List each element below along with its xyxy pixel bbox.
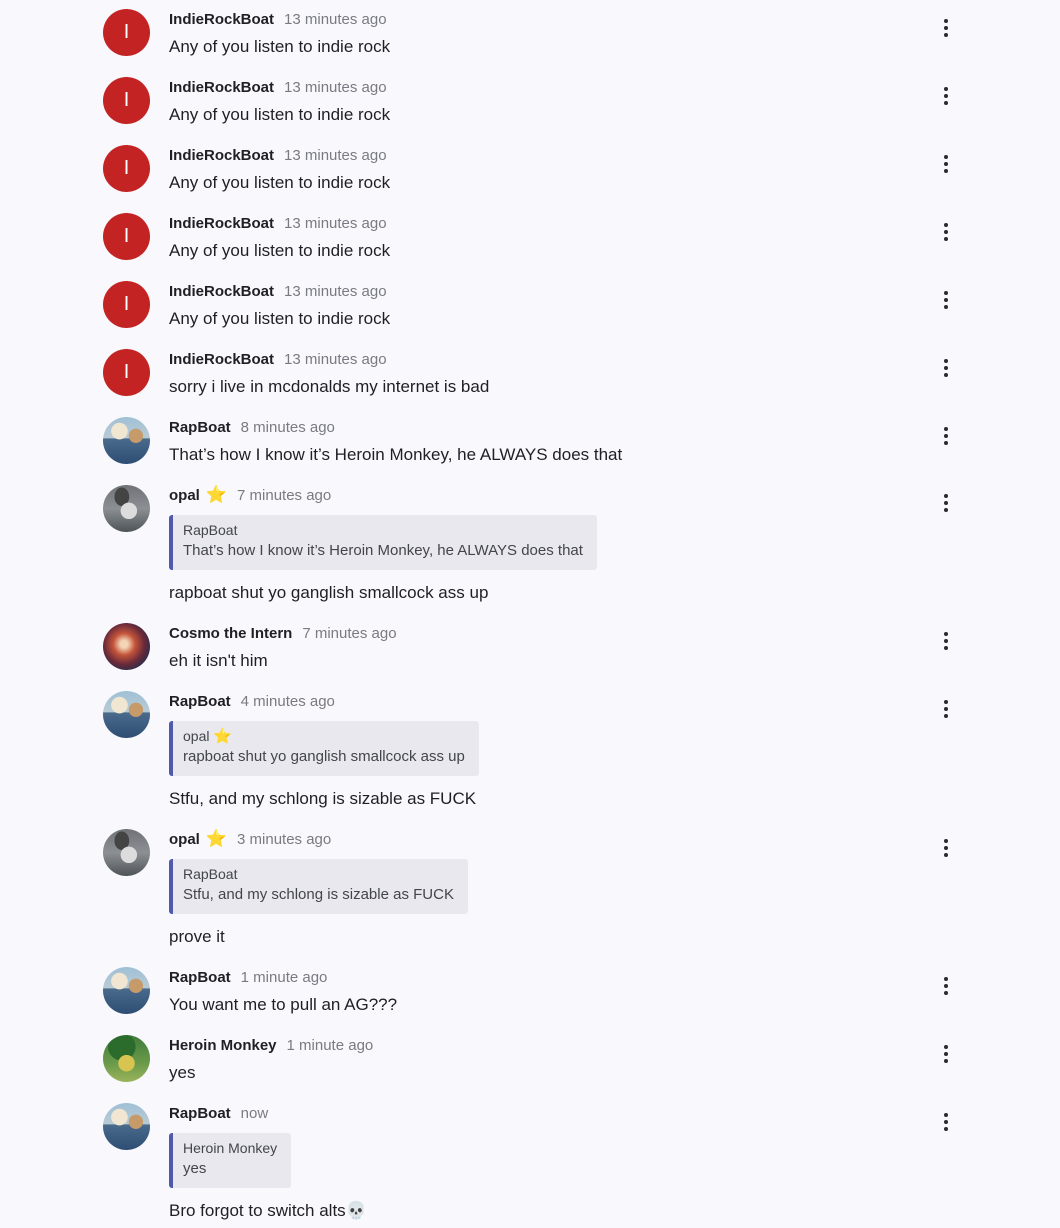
message-text: Stfu, and my schlong is sizable as FUCK: [169, 789, 477, 808]
quote-author: Heroin Monkey: [183, 1140, 278, 1156]
message-author[interactable]: Heroin Monkey: [169, 1037, 277, 1054]
avatar[interactable]: I: [103, 9, 150, 56]
star-icon: ⭐: [205, 829, 228, 848]
quote-author: opal ⭐: [183, 728, 233, 745]
message-timestamp: 13 minutes ago: [284, 350, 387, 368]
avatar[interactable]: I: [103, 77, 150, 124]
message-author[interactable]: IndieRockBoat: [169, 351, 274, 368]
avatar[interactable]: I: [103, 281, 150, 328]
message-author[interactable]: Cosmo the Intern: [169, 625, 292, 642]
message-menu-icon[interactable]: [936, 1043, 956, 1065]
message-menu-icon[interactable]: [936, 153, 956, 175]
message-author[interactable]: IndieRockBoat: [169, 147, 274, 164]
avatar[interactable]: [103, 1035, 150, 1082]
message-menu-icon[interactable]: [936, 85, 956, 107]
message-author[interactable]: IndieRockBoat: [169, 79, 274, 96]
message-author[interactable]: opal: [169, 831, 200, 848]
message-author[interactable]: IndieRockBoat: [169, 11, 274, 28]
message-timestamp: 8 minutes ago: [240, 418, 335, 436]
message-menu-icon[interactable]: [936, 289, 956, 311]
message-text: Any of you listen to indie rock: [169, 105, 391, 124]
quote-author: RapBoat: [183, 866, 238, 882]
message-menu-icon[interactable]: [936, 357, 956, 379]
message-author[interactable]: RapBoat: [169, 1105, 231, 1122]
message-author[interactable]: RapBoat: [169, 693, 231, 710]
message-timestamp: 13 minutes ago: [284, 146, 387, 164]
avatar[interactable]: I: [103, 213, 150, 260]
message-timestamp: 4 minutes ago: [240, 692, 335, 710]
message-menu-icon[interactable]: [936, 837, 956, 859]
message-menu-icon[interactable]: [936, 630, 956, 652]
avatar[interactable]: [103, 1103, 150, 1150]
message-author[interactable]: IndieRockBoat: [169, 215, 274, 232]
message-text: rapboat shut yo ganglish smallcock ass u…: [169, 583, 489, 602]
avatar[interactable]: [103, 623, 150, 670]
message-text: prove it: [169, 927, 225, 946]
message-timestamp: 7 minutes ago: [302, 624, 397, 642]
quote-text: rapboat shut yo ganglish smallcock ass u…: [183, 748, 465, 765]
message-timestamp: now: [240, 1104, 269, 1122]
message-menu-icon[interactable]: [936, 492, 956, 514]
message-menu-icon[interactable]: [936, 1111, 956, 1133]
message-timestamp: 1 minute ago: [240, 968, 328, 986]
reply-quote[interactable]: Heroin Monkey yes: [169, 1133, 292, 1188]
avatar[interactable]: [103, 417, 150, 464]
message-timestamp: 13 minutes ago: [284, 10, 387, 28]
message-text: You want me to pull an AG???: [169, 995, 398, 1014]
message-feed: I IndieRockBoat 13 minutes ago Any of yo…: [0, 0, 1060, 1228]
reply-quote[interactable]: RapBoat That’s how I know it’s Heroin Mo…: [169, 515, 597, 570]
quote-text: That’s how I know it’s Heroin Monkey, he…: [183, 542, 583, 559]
message-timestamp: 13 minutes ago: [284, 282, 387, 300]
message-text: Any of you listen to indie rock: [169, 37, 391, 56]
quote-author: RapBoat: [183, 522, 238, 538]
message-menu-icon[interactable]: [936, 221, 956, 243]
avatar[interactable]: I: [103, 145, 150, 192]
message-text: Any of you listen to indie rock: [169, 241, 391, 260]
avatar[interactable]: [103, 967, 150, 1014]
quote-text: Stfu, and my schlong is sizable as FUCK: [183, 886, 454, 903]
message-menu-icon[interactable]: [936, 17, 956, 39]
star-icon: ⭐: [205, 485, 228, 504]
message-text: That’s how I know it’s Heroin Monkey, he…: [169, 445, 623, 464]
message-text: Any of you listen to indie rock: [169, 309, 391, 328]
message-author[interactable]: RapBoat: [169, 419, 231, 436]
message-text: eh it isn't him: [169, 651, 268, 670]
message-timestamp: 7 minutes ago: [237, 486, 332, 504]
message-menu-icon[interactable]: [936, 698, 956, 720]
message-menu-icon[interactable]: [936, 975, 956, 997]
avatar[interactable]: I: [103, 349, 150, 396]
avatar[interactable]: [103, 485, 150, 532]
message-text: yes: [169, 1063, 196, 1082]
message-text: Any of you listen to indie rock: [169, 173, 391, 192]
star-icon: ⭐: [213, 728, 233, 745]
message-text: Bro forgot to switch alts💀: [169, 1201, 367, 1220]
message-author[interactable]: RapBoat: [169, 969, 231, 986]
quote-text: yes: [183, 1160, 207, 1177]
avatar[interactable]: [103, 829, 150, 876]
message-text: sorry i live in mcdonalds my internet is…: [169, 377, 490, 396]
message-author[interactable]: opal: [169, 487, 200, 504]
message-timestamp: 13 minutes ago: [284, 78, 387, 96]
message-timestamp: 1 minute ago: [286, 1036, 374, 1054]
message-timestamp: 3 minutes ago: [237, 830, 332, 848]
avatar[interactable]: [103, 691, 150, 738]
reply-quote[interactable]: opal ⭐ rapboat shut yo ganglish smallcoc…: [169, 721, 479, 776]
message-menu-icon[interactable]: [936, 425, 956, 447]
message-timestamp: 13 minutes ago: [284, 214, 387, 232]
reply-quote[interactable]: RapBoat Stfu, and my schlong is sizable …: [169, 859, 468, 914]
message-author[interactable]: IndieRockBoat: [169, 283, 274, 300]
